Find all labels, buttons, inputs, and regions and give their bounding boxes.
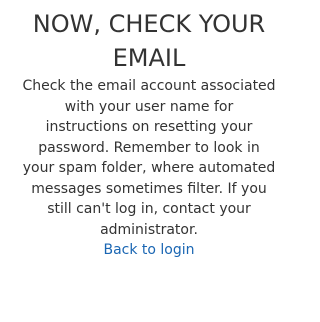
instructions-line: still can't log in, contact your <box>47 201 251 217</box>
instructions-line: Check the email account associated <box>22 78 276 94</box>
page-title: NOW, CHECK YOUR EMAIL <box>2 7 296 75</box>
instructions-line: messages sometimes filter. If you <box>31 180 267 197</box>
page-title-line-1: NOW, CHECK YOUR <box>32 10 266 38</box>
instructions-line: your spam folder, where automated <box>22 160 276 176</box>
instructions-line: password. Remember to look in <box>38 139 260 156</box>
instructions-message: Check the email account associated with … <box>2 76 296 261</box>
check-email-panel: NOW, CHECK YOUR EMAIL Check the email ac… <box>0 7 298 261</box>
page-title-line-2: EMAIL <box>112 44 186 72</box>
instructions-line: administrator. <box>100 221 198 238</box>
instructions-line: with your user name for <box>64 98 234 115</box>
back-to-login-link[interactable]: Back to login <box>103 240 194 261</box>
instructions-line: instructions on resetting your <box>45 119 253 135</box>
